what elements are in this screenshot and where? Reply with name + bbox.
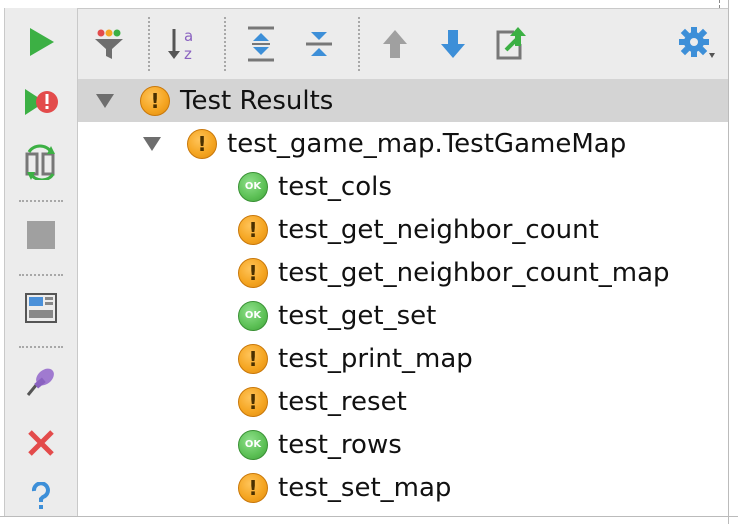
stop-button[interactable] [5, 213, 77, 257]
window-border-right [728, 0, 729, 524]
expand-arrow-icon[interactable] [96, 93, 114, 108]
layout-button[interactable] [5, 286, 77, 330]
filter-button[interactable] [86, 21, 132, 67]
warning-icon: ! [238, 343, 268, 374]
help-icon [31, 482, 50, 509]
tree-node-test[interactable]: ! test_print_map [78, 337, 728, 380]
tree-node-label: test_reset [278, 386, 407, 417]
warning-icon: ! [238, 257, 268, 288]
next-failed-button[interactable] [430, 21, 476, 67]
ok-icon: OK [238, 429, 268, 460]
left-toolbar-separator [19, 200, 63, 202]
tree-node-label: test_print_map [278, 343, 473, 374]
toolbar-separator [358, 17, 360, 71]
tree-node-test[interactable]: ! test_get_neighbor_count [78, 208, 728, 251]
close-button[interactable] [5, 421, 77, 465]
toolbar-separator [224, 17, 226, 71]
tree-node-test[interactable]: OK test_rows [78, 423, 728, 466]
help-button[interactable] [5, 474, 77, 518]
expand-all-icon [248, 26, 274, 62]
pin-icon [26, 368, 54, 396]
collapse-all-button[interactable] [296, 21, 342, 67]
sort-alphabetically-button[interactable]: a z [162, 21, 208, 67]
test-runner-window: a z ! Test Results ! test_game_map.TestG… [0, 0, 738, 524]
window-border-bottom [0, 516, 738, 517]
warning-icon: ! [238, 386, 268, 417]
toggle-auto-test-icon [25, 144, 55, 180]
pin-button[interactable] [5, 360, 77, 404]
run-button[interactable] [5, 20, 77, 64]
svg-text:a: a [184, 27, 193, 45]
tree-node-test[interactable]: ! test_reset [78, 380, 728, 423]
tree-node-suite[interactable]: ! test_game_map.TestGameMap [78, 122, 728, 165]
tree-node-label: test_set_map [278, 472, 452, 503]
ok-icon: OK [238, 300, 268, 331]
layout-icon [25, 293, 57, 323]
toggle-auto-test-button[interactable] [5, 140, 77, 184]
expand-all-button[interactable] [238, 21, 284, 67]
stop-icon [27, 221, 55, 249]
next-icon [441, 30, 465, 58]
tree-node-label: test_get_neighbor_count [278, 214, 599, 245]
sort-alphabetically-icon: a z [168, 27, 193, 63]
run-icon [30, 28, 54, 56]
previous-failed-button[interactable] [372, 21, 418, 67]
warning-icon: ! [140, 85, 170, 116]
svg-text:z: z [184, 45, 192, 63]
tree-node-test[interactable]: OK test_get_set [78, 294, 728, 337]
collapse-all-icon [306, 32, 332, 56]
tree-node-label: Test Results [180, 85, 334, 116]
tree-node-test[interactable]: ! test_get_neighbor_count_map [78, 251, 728, 294]
close-icon [28, 430, 54, 456]
tree-node-label: test_rows [278, 429, 402, 460]
tree-node-label: test_get_neighbor_count_map [278, 257, 670, 288]
warning-icon: ! [238, 214, 268, 245]
export-icon [496, 27, 526, 60]
toolbar-separator [148, 17, 150, 71]
tree-node-test[interactable]: OK test_cols [78, 165, 728, 208]
tree-node-label: test_get_set [278, 300, 437, 331]
window-edge-marker [719, 0, 720, 8]
tree-node-root[interactable]: ! Test Results [78, 79, 728, 122]
rerun-failed-icon [25, 89, 58, 115]
export-results-button[interactable] [488, 21, 534, 67]
filter-icon [95, 29, 123, 59]
test-results-tree: ! Test Results ! test_game_map.TestGameM… [78, 79, 728, 516]
left-toolbar [4, 8, 78, 516]
settings-icon [679, 27, 715, 58]
rerun-failed-button[interactable] [5, 80, 77, 124]
top-toolbar: a z [78, 8, 728, 80]
previous-icon [383, 30, 407, 58]
left-toolbar-separator [19, 274, 63, 276]
tree-node-label: test_game_map.TestGameMap [227, 128, 627, 159]
left-toolbar-separator [19, 346, 63, 348]
tree-node-test[interactable]: ! test_set_map [78, 466, 728, 509]
warning-icon: ! [187, 128, 217, 159]
ok-icon: OK [238, 171, 268, 202]
expand-arrow-icon[interactable] [143, 136, 161, 151]
tree-node-label: test_cols [278, 171, 392, 202]
settings-button[interactable] [674, 21, 720, 67]
warning-icon: ! [238, 472, 268, 503]
